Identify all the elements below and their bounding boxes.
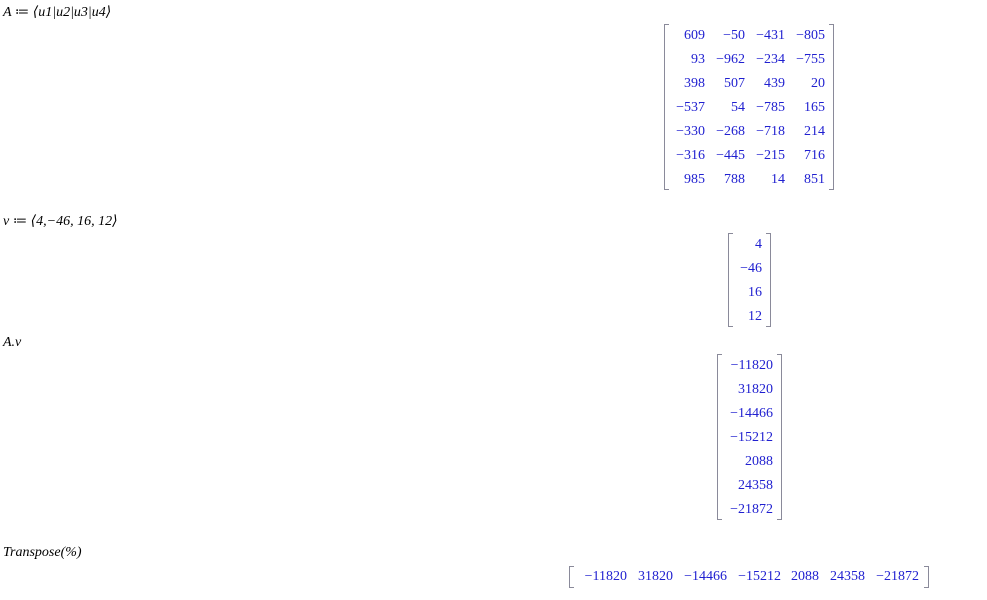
right-bracket [924,566,929,588]
matrix-cell: −785 [756,100,785,115]
matrix-cell: −431 [756,28,785,43]
matrix-row: −316 −445 −215 716 [664,144,834,168]
vector-cell: 31820 [738,382,773,397]
input-product[interactable]: A.v [3,335,21,351]
matrix-cell: −445 [716,148,745,163]
matrix-row: 609 −50 −431 −805 [664,24,834,48]
row-vector-cell: −15212 [738,569,781,584]
matrix-cell: 54 [731,100,745,115]
row-vector-cell: 2088 [791,569,819,584]
matrix-cell: −234 [756,52,785,67]
vector-row: 16 [728,281,771,305]
matrix-cell: 985 [684,172,705,187]
row-vector-transpose-output: −11820 31820 −14466 −15212 2088 24358 −2… [569,566,929,588]
input-transpose[interactable]: Transpose(%) [3,545,82,561]
matrix-cell: −316 [676,148,705,163]
vector-cell: 4 [755,237,762,252]
matrix-cell: −330 [676,124,705,139]
matrix-cell: 609 [684,28,705,43]
vector-row: −21872 [717,498,782,522]
matrix-row: −330 −268 −718 214 [664,120,834,144]
matrix-cell: 14 [771,172,785,187]
vector-row: 2088 [717,450,782,474]
matrix-cell: −962 [716,52,745,67]
row-vector-cell: −14466 [684,569,727,584]
vector-row: 31820 [717,378,782,402]
row-vector-cell: 24358 [830,569,865,584]
matrix-cell: 214 [804,124,825,139]
input-assign-A[interactable]: A ≔ ⟨u1|u2|u3|u4⟩ [3,4,111,21]
vector-row: −46 [728,257,771,281]
matrix-cell: −50 [723,28,745,43]
matrix-cell: 20 [811,76,825,91]
vector-row: 12 [728,305,771,329]
row-vector-cell: −11820 [584,569,627,584]
vector-cell: 16 [748,285,762,300]
vector-cell: −46 [740,261,762,276]
matrix-cell: 398 [684,76,705,91]
matrix-row: −537 54 −785 165 [664,96,834,120]
vector-cell: −21872 [730,502,773,517]
vector-cell: −15212 [730,430,773,445]
vector-Av-output: −11820 31820 −14466 −15212 2088 24358 −2… [717,354,782,520]
matrix-cell: 93 [691,52,705,67]
matrix-row: 985 788 14 851 [664,168,834,192]
vector-row: −11820 [717,354,782,378]
matrix-cell: 716 [804,148,825,163]
vector-cell: −14466 [730,406,773,421]
matrix-cell: −268 [716,124,745,139]
matrix-cell: 507 [724,76,745,91]
matrix-cell: 851 [804,172,825,187]
matrix-cell: −805 [796,28,825,43]
matrix-cell: −718 [756,124,785,139]
matrix-cell: −537 [676,100,705,115]
matrix-cell: 165 [804,100,825,115]
matrix-cell: 439 [764,76,785,91]
vector-cell: 12 [748,309,762,324]
matrix-A-output: 609 −50 −431 −805 93 −962 −234 −755 398 … [664,24,834,190]
row-vector-cell: 31820 [638,569,673,584]
matrix-cell: −215 [756,148,785,163]
vector-row: −15212 [717,426,782,450]
vector-row: 24358 [717,474,782,498]
vector-cell: −11820 [730,358,773,373]
vector-cell: 2088 [745,454,773,469]
matrix-cell: 788 [724,172,745,187]
vector-cell: 24358 [738,478,773,493]
row-vector-cell: −21872 [876,569,919,584]
vector-row: −14466 [717,402,782,426]
input-assign-v[interactable]: v ≔ ⟨4,−46, 16, 12⟩ [3,213,118,230]
matrix-cell: −755 [796,52,825,67]
vector-row: 4 [728,233,771,257]
matrix-row: 398 507 439 20 [664,72,834,96]
matrix-row: 93 −962 −234 −755 [664,48,834,72]
left-bracket [569,566,574,588]
vector-v-output: 4 −46 16 12 [728,233,771,327]
